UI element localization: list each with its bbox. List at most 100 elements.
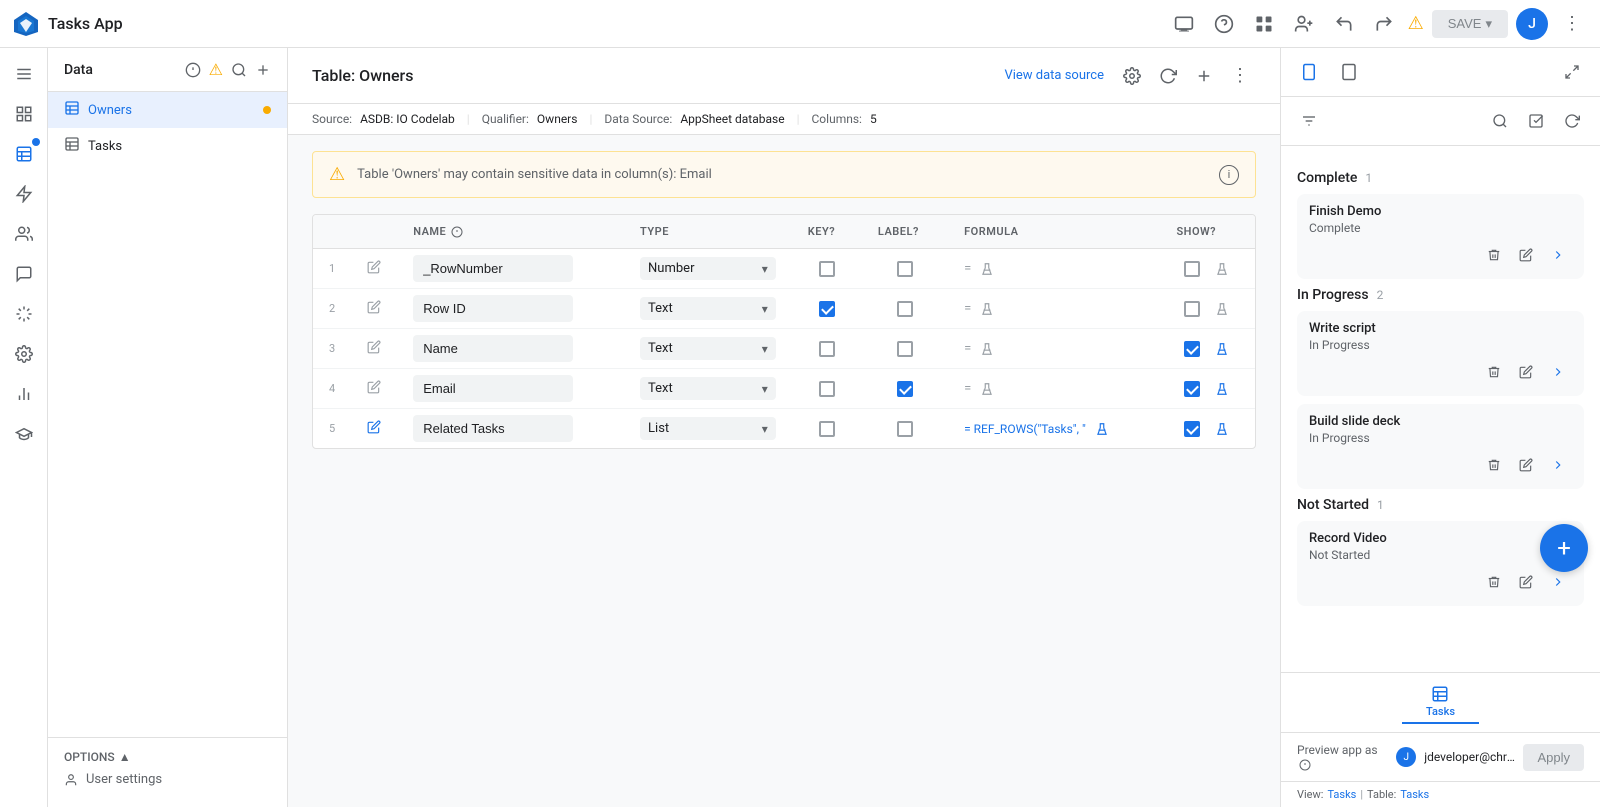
rp-checkbox-icon[interactable]	[1520, 105, 1552, 137]
row-field-type[interactable]: Number▾	[624, 249, 792, 289]
task-delete-write-script[interactable]	[1480, 358, 1508, 386]
task-edit-finish-demo[interactable]	[1512, 241, 1540, 269]
section-title-in-progress: In Progress	[1297, 287, 1369, 303]
help-icon[interactable]	[1208, 8, 1240, 40]
data-table-container: NAME TYPE KEY? LABEL? FORMULA SHOW? 1Num…	[312, 214, 1256, 449]
sidebar-icon-data[interactable]	[6, 136, 42, 172]
row-label-checkbox[interactable]	[862, 329, 948, 369]
row-label-checkbox[interactable]	[862, 289, 948, 329]
row-edit-icon[interactable]	[351, 249, 397, 289]
task-open-finish-demo[interactable]	[1544, 241, 1572, 269]
task-open-build-deck[interactable]	[1544, 451, 1572, 479]
task-edit-record-video[interactable]	[1512, 568, 1540, 596]
row-key-checkbox[interactable]	[792, 409, 862, 449]
qualifier-value: Owners	[537, 112, 578, 126]
data-add-icon[interactable]	[255, 62, 271, 78]
sidebar-icon-settings[interactable]	[6, 336, 42, 372]
data-item-owners[interactable]: Owners	[48, 92, 287, 128]
more-table-options-icon[interactable]: ⋮	[1224, 60, 1256, 92]
row-field-type[interactable]: Text▾	[624, 369, 792, 409]
undo-icon[interactable]	[1328, 8, 1360, 40]
sidebar-icon-learn[interactable]	[6, 416, 42, 452]
sidebar-icon-ideas[interactable]	[6, 296, 42, 332]
tablet-view-icon[interactable]	[1333, 56, 1365, 88]
row-formula[interactable]: =	[948, 289, 1160, 329]
task-open-write-script[interactable]	[1544, 358, 1572, 386]
row-key-checkbox[interactable]	[792, 289, 862, 329]
row-field-type[interactable]: Text▾	[624, 289, 792, 329]
sidebar-icon-views[interactable]	[6, 96, 42, 132]
row-key-checkbox[interactable]	[792, 329, 862, 369]
task-actions-record-video	[1309, 568, 1572, 596]
warning-info-icon[interactable]: i	[1219, 165, 1239, 185]
task-delete-record-video[interactable]	[1480, 568, 1508, 596]
add-user-icon[interactable]	[1288, 8, 1320, 40]
rp-nav-tasks[interactable]: Tasks	[1402, 681, 1479, 724]
task-delete-finish-demo[interactable]	[1480, 241, 1508, 269]
grid-icon[interactable]	[1248, 8, 1280, 40]
task-edit-write-script[interactable]	[1512, 358, 1540, 386]
rp-filter-icon[interactable]	[1293, 105, 1325, 137]
footer-view-value[interactable]: Tasks	[1327, 788, 1356, 801]
rp-expand-icon[interactable]	[1556, 56, 1588, 88]
row-field-name[interactable]	[397, 369, 624, 409]
refresh-icon[interactable]	[1152, 60, 1184, 92]
row-field-name[interactable]	[397, 249, 624, 289]
row-show-checkbox[interactable]	[1160, 289, 1255, 329]
row-field-type[interactable]: List▾	[624, 409, 792, 449]
add-task-fab[interactable]: +	[1540, 524, 1588, 572]
row-field-type[interactable]: Text▾	[624, 329, 792, 369]
save-button[interactable]: SAVE ▾	[1432, 10, 1508, 38]
rp-search-icon[interactable]	[1484, 105, 1516, 137]
add-column-icon[interactable]	[1188, 60, 1220, 92]
data-search-icon[interactable]	[231, 62, 247, 78]
data-info-icon[interactable]	[185, 62, 201, 78]
redo-icon[interactable]	[1368, 8, 1400, 40]
table-settings-icon[interactable]	[1116, 60, 1148, 92]
preview-icon[interactable]	[1168, 8, 1200, 40]
row-edit-icon[interactable]	[351, 289, 397, 329]
row-show-checkbox[interactable]	[1160, 329, 1255, 369]
apply-button[interactable]: Apply	[1523, 744, 1584, 771]
row-formula[interactable]: =	[948, 329, 1160, 369]
row-edit-icon[interactable]	[351, 409, 397, 449]
row-field-name[interactable]	[397, 329, 624, 369]
row-field-name[interactable]	[397, 409, 624, 449]
row-label-checkbox[interactable]	[862, 369, 948, 409]
view-data-source-link[interactable]: View data source	[1004, 68, 1104, 83]
row-show-checkbox[interactable]	[1160, 409, 1255, 449]
sidebar-icon-users[interactable]	[6, 216, 42, 252]
row-number: 3	[313, 329, 351, 369]
sidebar-icon-chat[interactable]	[6, 256, 42, 292]
footer-table-label: Table:	[1367, 788, 1396, 801]
user-settings-item[interactable]: User settings	[64, 764, 271, 795]
rp-refresh-icon[interactable]	[1556, 105, 1588, 137]
row-label-checkbox[interactable]	[862, 249, 948, 289]
task-status-write-script: In Progress	[1309, 338, 1572, 352]
row-edit-icon[interactable]	[351, 329, 397, 369]
row-key-checkbox[interactable]	[792, 249, 862, 289]
footer-table-value[interactable]: Tasks	[1400, 788, 1429, 801]
sidebar-icon-insights[interactable]	[6, 376, 42, 412]
row-field-name[interactable]	[397, 289, 624, 329]
more-options-icon[interactable]: ⋮	[1556, 8, 1588, 40]
row-key-checkbox[interactable]	[792, 369, 862, 409]
row-formula[interactable]: =	[948, 369, 1160, 409]
options-header[interactable]: OPTIONS ▲	[64, 750, 271, 764]
row-show-checkbox[interactable]	[1160, 249, 1255, 289]
row-show-checkbox[interactable]	[1160, 369, 1255, 409]
row-formula[interactable]: = REF_ROWS("Tasks", "	[948, 409, 1160, 449]
row-edit-icon[interactable]	[351, 369, 397, 409]
task-open-record-video[interactable]	[1544, 568, 1572, 596]
sidebar-icon-nav[interactable]	[6, 56, 42, 92]
mobile-view-icon[interactable]	[1293, 56, 1325, 88]
warning-banner-icon: ⚠	[329, 164, 345, 185]
row-formula[interactable]: =	[948, 249, 1160, 289]
avatar[interactable]: J	[1516, 8, 1548, 40]
task-delete-build-deck[interactable]	[1480, 451, 1508, 479]
sidebar-icon-automation[interactable]	[6, 176, 42, 212]
task-edit-build-deck[interactable]	[1512, 451, 1540, 479]
section-count-in-progress: 2	[1377, 288, 1384, 302]
data-item-tasks[interactable]: Tasks	[48, 128, 287, 164]
row-label-checkbox[interactable]	[862, 409, 948, 449]
